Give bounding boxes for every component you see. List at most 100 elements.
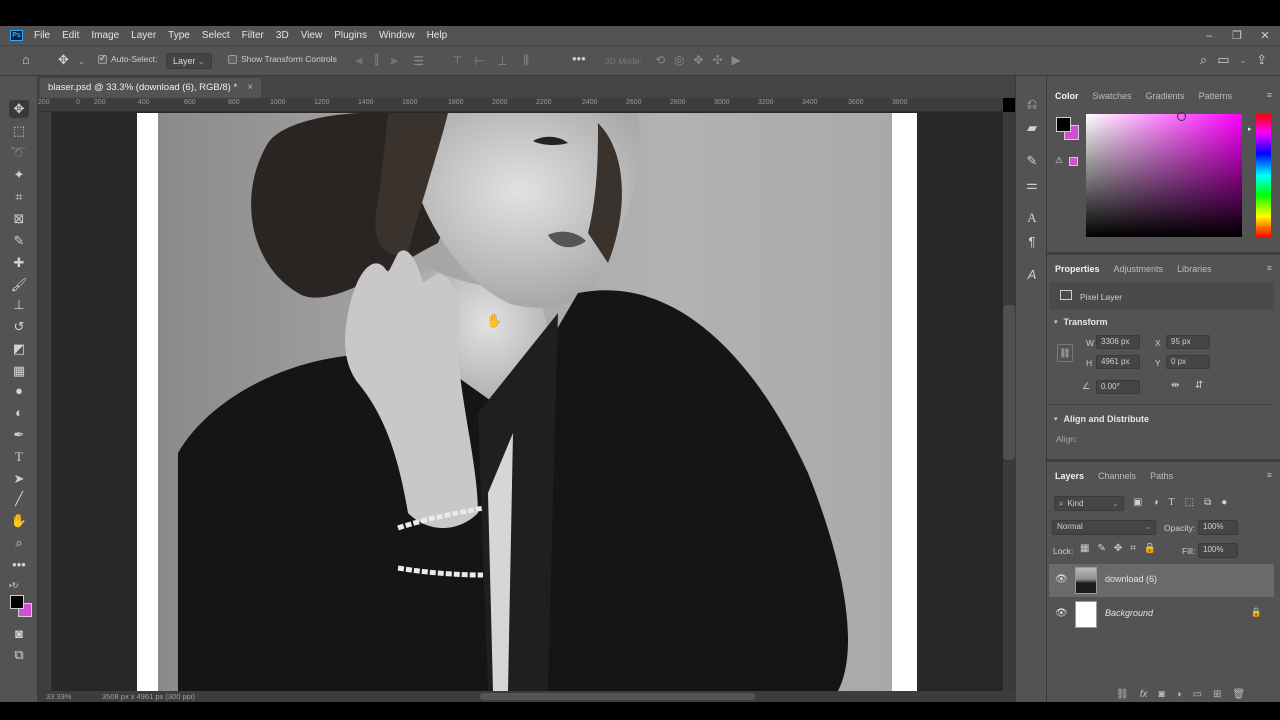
layer-name[interactable]: download (6) xyxy=(1105,574,1157,584)
align-chevron-icon[interactable]: ▾ xyxy=(1054,415,1058,423)
properties-panel-menu-icon[interactable]: ≡ xyxy=(1267,263,1272,273)
tab-patterns[interactable]: Patterns xyxy=(1192,85,1240,107)
eyedropper-icon[interactable]: ✎ xyxy=(9,232,29,250)
menu-type[interactable]: Type xyxy=(162,26,196,45)
layer-style-icon[interactable]: fx xyxy=(1140,689,1148,700)
pen-tool-icon[interactable]: ✒ xyxy=(9,426,29,444)
x-field[interactable]: 95 px xyxy=(1166,335,1210,349)
menu-3d[interactable]: 3D xyxy=(270,26,295,45)
zoom-level[interactable]: 33.33% xyxy=(46,692,71,701)
align-left-icon[interactable]: ⫷ xyxy=(356,53,363,68)
search-icon[interactable]: ⌕ xyxy=(1200,52,1207,68)
brush-tool-icon[interactable]: 🖌 xyxy=(9,276,29,294)
color-panel-menu-icon[interactable]: ≡ xyxy=(1267,90,1272,100)
workspace-chevron-icon[interactable]: ⌄ xyxy=(1240,56,1247,65)
character-panel-icon[interactable]: A xyxy=(1024,210,1040,226)
clone-stamp-icon[interactable]: ⊥ xyxy=(9,296,29,314)
gamut-warning-icon[interactable]: ⚠ xyxy=(1055,155,1063,166)
menu-image[interactable]: Image xyxy=(85,26,125,45)
hue-slider-arrow-icon[interactable]: ▸ xyxy=(1248,125,1252,133)
gradient-tool-icon[interactable]: ▦ xyxy=(9,362,29,380)
new-group-icon[interactable]: ▭ xyxy=(1193,689,1202,700)
lock-artboard-icon[interactable]: ⌗ xyxy=(1130,543,1136,554)
dodge-tool-icon[interactable]: ◐ xyxy=(9,404,29,422)
close-window-icon[interactable]: ✕ xyxy=(1258,29,1272,42)
screen-mode-icon[interactable]: ⧉ xyxy=(9,646,29,664)
show-transform-control[interactable]: Show Transform Controls xyxy=(228,54,337,64)
healing-brush-icon[interactable]: ✚ xyxy=(9,254,29,272)
menu-edit[interactable]: Edit xyxy=(56,26,85,45)
show-transform-checkbox[interactable] xyxy=(228,54,237,64)
type-tool-icon[interactable]: T xyxy=(9,448,29,466)
quick-mask-icon[interactable]: ◙ xyxy=(9,625,29,643)
workspace-icon[interactable]: ▭ xyxy=(1217,52,1229,68)
new-adjustment-icon[interactable]: ◑ xyxy=(1176,689,1182,700)
lasso-tool-icon[interactable]: ➰ xyxy=(9,144,29,162)
hue-slider[interactable] xyxy=(1256,114,1271,237)
hand-tool-icon[interactable]: ✋ xyxy=(9,512,29,530)
menu-layer[interactable]: Layer xyxy=(125,26,162,45)
history-panel-icon[interactable]: ⎌ xyxy=(1024,96,1040,112)
menu-file[interactable]: File xyxy=(28,26,56,45)
document-canvas[interactable] xyxy=(137,113,917,691)
line-tool-icon[interactable]: ╱ xyxy=(9,490,29,508)
auto-select-control[interactable]: Auto-Select: xyxy=(98,53,157,64)
tool-preset-chevron-icon[interactable]: ⌄ xyxy=(78,57,85,66)
tab-adjustments[interactable]: Adjustments xyxy=(1107,258,1171,280)
path-selection-icon[interactable]: ➤ xyxy=(9,470,29,488)
visibility-eye-icon[interactable]: 👁 xyxy=(1055,608,1068,619)
menu-plugins[interactable]: Plugins xyxy=(328,26,373,45)
vertical-scroll-thumb[interactable] xyxy=(1003,305,1015,460)
tab-libraries[interactable]: Libraries xyxy=(1170,258,1219,280)
lock-transparent-icon[interactable]: ▦ xyxy=(1080,543,1089,554)
layer-row-background[interactable]: 👁 Background 🔒 xyxy=(1049,598,1274,631)
eraser-icon[interactable]: ◩ xyxy=(9,340,29,358)
filter-type-icon[interactable]: T xyxy=(1169,497,1175,508)
horizontal-scroll-thumb[interactable] xyxy=(480,693,755,700)
3d-orbit-icon[interactable]: ⟲ xyxy=(655,53,665,67)
horizontal-ruler[interactable]: 200 0 200 400 600 800 1000 1200 1400 160… xyxy=(38,98,1003,112)
auto-select-target-dropdown[interactable]: Layer ⌄ xyxy=(166,53,212,69)
align-vcenter-icon[interactable]: ⊢ xyxy=(475,54,485,68)
layer-filter-dropdown[interactable]: ⌕ Kind ⌄ xyxy=(1054,496,1124,511)
comments-panel-icon[interactable]: ▰ xyxy=(1024,120,1040,136)
align-top-icon[interactable]: ⊤ xyxy=(452,54,462,68)
tab-gradients[interactable]: Gradients xyxy=(1139,85,1192,107)
minimize-icon[interactable]: – xyxy=(1202,30,1216,42)
more-options-icon[interactable]: ••• xyxy=(572,51,586,66)
filter-adjustment-icon[interactable]: ◑ xyxy=(1152,497,1158,508)
filter-pixel-icon[interactable]: ▣ xyxy=(1133,497,1142,508)
link-layers-icon[interactable]: ⛓ xyxy=(1116,689,1129,700)
flip-horizontal-icon[interactable]: ⇹ xyxy=(1171,380,1179,391)
restore-icon[interactable]: ❐ xyxy=(1230,29,1244,42)
adjustments-icon[interactable]: ⚌ xyxy=(1024,177,1040,193)
opacity-field[interactable]: 100% xyxy=(1198,520,1238,535)
distribute-icon[interactable]: ☰ xyxy=(413,54,424,68)
height-field[interactable]: 4961 px xyxy=(1096,355,1140,369)
3d-camera-icon[interactable]: ▶ xyxy=(732,53,741,67)
zoom-tool-icon[interactable]: ⌕ xyxy=(9,534,29,552)
width-field[interactable]: 3306 px xyxy=(1096,335,1140,349)
gamut-color-swatch[interactable] xyxy=(1069,157,1078,166)
portrait-photo[interactable] xyxy=(158,113,892,691)
home-icon[interactable]: ⌂ xyxy=(22,52,30,67)
menu-view[interactable]: View xyxy=(295,26,329,45)
frame-tool-icon[interactable]: ⊠ xyxy=(9,210,29,228)
transform-chevron-icon[interactable]: ▾ xyxy=(1054,318,1058,326)
3d-pan-icon[interactable]: ✥ xyxy=(694,53,704,67)
flip-vertical-icon[interactable]: ⇵ xyxy=(1195,380,1203,391)
filter-shape-icon[interactable]: ⬚ xyxy=(1185,497,1194,508)
add-mask-icon[interactable]: ◙ xyxy=(1158,689,1164,700)
menu-window[interactable]: Window xyxy=(373,26,421,45)
lock-position-icon[interactable]: ✥ xyxy=(1114,543,1122,554)
layers-panel-menu-icon[interactable]: ≡ xyxy=(1267,470,1272,480)
foreground-color-swatch[interactable] xyxy=(10,595,24,609)
auto-select-checkbox[interactable] xyxy=(98,53,107,64)
blur-tool-icon[interactable]: ● xyxy=(9,382,29,400)
layer-row-download[interactable]: 👁 download (6) xyxy=(1049,564,1274,597)
distribute-vertical-icon[interactable]: ⫼ xyxy=(524,53,530,68)
move-tool-icon[interactable]: ✥ xyxy=(9,100,29,118)
marquee-tool-icon[interactable]: ⬚ xyxy=(9,122,29,140)
color-saturation-field[interactable] xyxy=(1086,114,1242,237)
fill-field[interactable]: 100% xyxy=(1198,543,1238,558)
